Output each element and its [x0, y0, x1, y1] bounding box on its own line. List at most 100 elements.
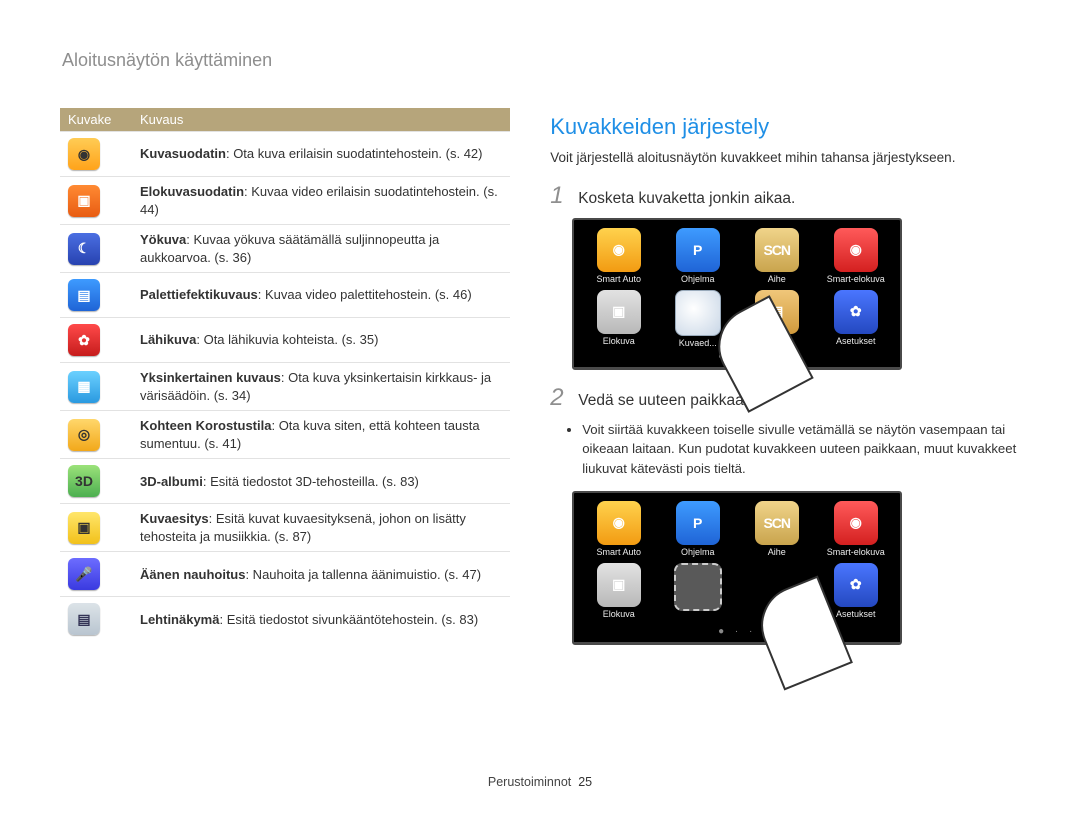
table-row: ▤ Lehtinäkymä: Esitä tiedostot sivunkäänt… — [60, 597, 510, 642]
icon-table: Kuvake Kuvaus ◉ Kuvasuodatin: Ota kuva er… — [60, 108, 510, 641]
table-row: 🎤 Äänen nauhoitus: Nauhoita ja tallenna ä… — [60, 552, 510, 597]
th-icon: Kuvake — [60, 108, 132, 132]
label-aihe: Aihe — [742, 547, 811, 557]
tile-smart-elokuva: ◉ Smart-elokuva — [821, 228, 890, 284]
row-title: Yökuva — [140, 232, 186, 247]
cell-desc: Yksinkertainen kuvaus: Ota kuva yksinker… — [132, 363, 510, 411]
label-blank — [663, 613, 732, 623]
cell-desc: 3D-albumi: Esitä tiedostot 3D-tehosteill… — [132, 459, 510, 504]
cell-desc: Kuvasuodatin: Ota kuva erilaisin suodati… — [132, 132, 510, 177]
row-rest: : Esitä tiedostot sivunkääntötehostein. … — [219, 612, 478, 627]
table-row: 3D 3D-albumi: Esitä tiedostot 3D-tehostei… — [60, 459, 510, 504]
movie-icon: ▣ — [597, 290, 641, 334]
tile-asetukset: ✿ Asetukset — [821, 290, 890, 348]
cell-desc: Palettiefektikuvaus: Kuvaa video paletti… — [132, 273, 510, 318]
camera-icon: ◉ — [68, 138, 100, 170]
slide-icon: ▣ — [68, 512, 100, 544]
book-icon: ▤ — [68, 603, 100, 635]
row-rest: : Kuvaa video palettitehostein. (s. 46) — [258, 287, 472, 302]
cell-desc: Kuvaesitys: Esitä kuvat kuvaesityksenä, … — [132, 504, 510, 552]
moon-icon: ☾ — [68, 233, 100, 265]
cell-icon: ✿ — [60, 318, 132, 363]
camera-icon: ◉ — [597, 228, 641, 272]
gear-icon: ✿ — [834, 563, 878, 607]
label-ohjelma: Ohjelma — [663, 547, 732, 557]
footer-page-number: 25 — [578, 775, 592, 789]
tile-ohjelma: POhjelma — [663, 228, 732, 284]
tile-smart-auto: ◉ Smart Auto — [584, 228, 653, 284]
cell-icon: ▤ — [60, 273, 132, 318]
program-icon: P — [676, 501, 720, 545]
placeholder-icon — [674, 563, 722, 611]
row-title: Äänen nauhoitus — [140, 567, 245, 582]
film2-icon: ▤ — [68, 279, 100, 311]
cell-desc: Lehtinäkymä: Esitä tiedostot sivunkääntö… — [132, 597, 510, 642]
step-1-text: Kosketa kuvaketta jonkin aikaa. — [578, 190, 795, 208]
3d-icon: 3D — [68, 465, 100, 497]
program-icon: P — [676, 228, 720, 272]
left-column: Kuvake Kuvaus ◉ Kuvasuodatin: Ota kuva er… — [60, 48, 510, 659]
cell-icon: ☾ — [60, 225, 132, 273]
grid-icon: ▦ — [68, 371, 100, 403]
label-aihe: Aihe — [742, 274, 811, 284]
tile-aihe: SCN Aihe — [742, 501, 811, 557]
smart-movie-icon: ◉ — [834, 228, 878, 272]
cell-icon: ▤ — [60, 597, 132, 642]
tile-smart-auto: ◉Smart Auto — [584, 501, 653, 557]
th-desc: Kuvaus — [132, 108, 510, 132]
section-intro: Voit järjestellä aloitusnäytön kuvakkeet… — [550, 148, 1020, 168]
tile-smart-elokuva: ◉Smart-elokuva — [821, 501, 890, 557]
tile-aihe: SCN Aihe — [742, 228, 811, 284]
footer-section: Perustoiminnot — [488, 775, 571, 789]
gear-icon: ✿ — [834, 290, 878, 334]
page: Kuvake Kuvaus ◉ Kuvasuodatin: Ota kuva er… — [0, 0, 1080, 659]
blur-icon: ◎ — [68, 419, 100, 451]
table-row: ▣Elokuvasuodatin: Kuvaa video erilaisin … — [60, 177, 510, 225]
page-footer: Perustoiminnot 25 — [0, 775, 1080, 789]
row-title: Kuvasuodatin — [140, 146, 226, 161]
label-asetukset: Asetukset — [821, 336, 890, 346]
home-screen-illustration-2: ◉Smart Auto POhjelma SCNAihe ◉Smart-elok… — [572, 491, 902, 645]
camera-icon: ◉ — [597, 501, 641, 545]
cell-desc: Äänen nauhoitus: Nauhoita ja tallenna ää… — [132, 552, 510, 597]
cell-icon: ▣ — [60, 504, 132, 552]
cell-desc: Kohteen Korostustila: Ota kuva siten, et… — [132, 411, 510, 459]
step-2-text: Vedä se uuteen paikkaan. — [578, 392, 756, 410]
label-smart-elokuva: Smart-elokuva — [821, 274, 890, 284]
breadcrumb: Aloitusnäytön käyttäminen — [62, 50, 272, 71]
table-row: ☾ Yökuva: Kuvaa yökuva säätämällä suljinn… — [60, 225, 510, 273]
step-2-bullet: Voit siirtää kuvakkeen toiselle sivulle … — [582, 420, 1020, 479]
scene-icon: SCN — [755, 228, 799, 272]
label-smart-auto: Smart Auto — [584, 274, 653, 284]
mic-icon: 🎤 — [68, 558, 100, 590]
row-title: Yksinkertainen kuvaus — [140, 370, 281, 385]
row-title: Kohteen Korostustila — [140, 418, 271, 433]
label-smart-elokuva: Smart-elokuva — [821, 547, 890, 557]
row-rest: : Ota lähikuvia kohteista. (s. 35) — [196, 332, 378, 347]
step-2-notes: Voit siirtää kuvakkeen toiselle sivulle … — [582, 420, 1020, 479]
row-title: Lehtinäkymä — [140, 612, 219, 627]
section-title: Kuvakkeiden järjestely — [550, 114, 1020, 140]
cell-icon: ▣ — [60, 177, 132, 225]
table-row: ▦ Yksinkertainen kuvaus: Ota kuva yksinke… — [60, 363, 510, 411]
label-elokuva: Elokuva — [584, 609, 653, 619]
step-2-number: 2 — [550, 384, 568, 412]
step-1: 1 Kosketa kuvaketta jonkin aikaa. — [550, 182, 1020, 210]
tile-ohjelma: P Ohjelma — [663, 501, 732, 557]
cell-icon: ◎ — [60, 411, 132, 459]
table-row: ◎ Kohteen Korostustila: Ota kuva siten, e… — [60, 411, 510, 459]
row-title: 3D-albumi — [140, 474, 203, 489]
film-icon: ▣ — [68, 185, 100, 217]
tile-elokuva: ▣ Elokuva — [584, 563, 653, 623]
table-row: ✿Lähikuva: Ota lähikuvia kohteista. (s. … — [60, 318, 510, 363]
tile-elokuva: ▣Elokuva — [584, 290, 653, 348]
row-rest: : Nauhoita ja tallenna äänimuistio. (s. … — [245, 567, 481, 582]
scene-icon: SCN — [755, 501, 799, 545]
tile-placeholder — [663, 563, 732, 623]
cell-desc: Yökuva: Kuvaa yökuva säätämällä suljinno… — [132, 225, 510, 273]
cell-icon: 🎤 — [60, 552, 132, 597]
page-dots: ● · · — [584, 626, 890, 637]
table-row: ▣ Kuvaesitys: Esitä kuvat kuvaesityksenä,… — [60, 504, 510, 552]
row-title: Kuvaesitys — [140, 511, 209, 526]
movie-icon: ▣ — [597, 563, 641, 607]
